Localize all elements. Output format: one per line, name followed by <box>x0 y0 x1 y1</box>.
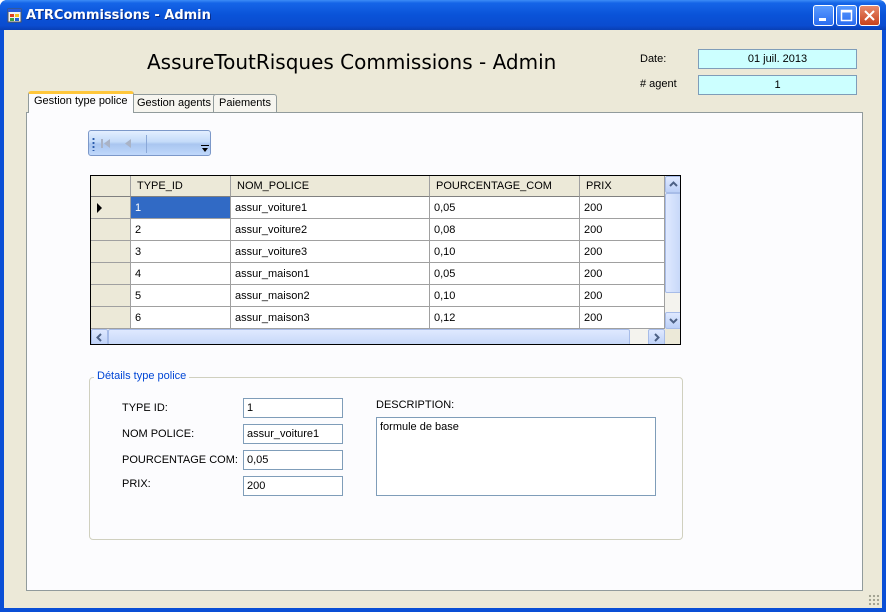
scrollbar-corner <box>665 329 680 344</box>
chevron-down-icon <box>669 318 678 324</box>
minimize-icon <box>819 18 826 21</box>
grid-cell[interactable]: 200 <box>580 241 665 263</box>
vertical-scroll-thumb[interactable] <box>665 193 680 293</box>
horizontal-scroll-thumb[interactable] <box>108 329 630 344</box>
pourcentage-com-label: POURCENTAGE COM: <box>122 454 238 466</box>
prix-label: PRIX: <box>122 478 151 490</box>
title-bar[interactable]: ATRCommissions - Admin <box>0 0 886 30</box>
column-header-type-id[interactable]: TYPE_ID <box>131 176 231 197</box>
close-icon <box>864 10 875 21</box>
scroll-down-button[interactable] <box>665 312 680 329</box>
grid-cell[interactable]: assur_voiture1 <box>231 197 430 219</box>
chevron-left-icon <box>96 333 102 342</box>
description-textarea[interactable]: formule de base <box>376 417 656 496</box>
move-previous-icon[interactable] <box>122 136 136 150</box>
agent-label: # agent <box>640 78 677 90</box>
scroll-left-button[interactable] <box>91 329 108 344</box>
dropdown-icon[interactable] <box>201 145 209 153</box>
grid-cell[interactable]: 200 <box>580 263 665 285</box>
app-window: ATRCommissions - Admin AssureToutRisques… <box>0 0 886 612</box>
tab-gestion-agents[interactable]: Gestion agents <box>131 94 217 112</box>
description-label: DESCRIPTION: <box>376 399 455 411</box>
grid-cell[interactable]: 4 <box>131 263 231 285</box>
tab-paiements[interactable]: Paiements <box>213 94 277 112</box>
date-field: 01 juil. 2013 <box>698 49 857 69</box>
row-header[interactable] <box>91 285 131 307</box>
grid-cell[interactable]: assur_maison3 <box>231 307 430 329</box>
grid-cell[interactable]: 200 <box>580 307 665 329</box>
tab-gestion-type-police[interactable]: Gestion type police <box>28 91 134 113</box>
form-client-area: AssureToutRisques Commissions - Admin Da… <box>4 30 882 608</box>
type-id-label: TYPE ID: <box>122 402 168 414</box>
vertical-scrollbar[interactable] <box>665 176 680 329</box>
date-label: Date: <box>640 53 667 65</box>
grid-cell[interactable]: 6 <box>131 307 231 329</box>
row-header[interactable] <box>91 307 131 329</box>
row-header[interactable] <box>91 197 131 219</box>
app-icon <box>7 8 22 23</box>
grid-cell[interactable]: 0,05 <box>430 197 580 219</box>
details-group-legend: Détails type police <box>94 370 190 382</box>
grid-cell[interactable]: 0,05 <box>430 263 580 285</box>
move-first-icon[interactable] <box>99 136 113 150</box>
grid-cell[interactable]: 0,12 <box>430 307 580 329</box>
agent-field: 1 <box>698 75 857 95</box>
grid-cell[interactable]: 200 <box>580 219 665 241</box>
minimize-button[interactable] <box>813 5 834 26</box>
window-title: ATRCommissions - Admin <box>26 8 211 23</box>
horizontal-scrollbar[interactable] <box>91 329 665 344</box>
type-police-grid[interactable]: TYPE_ID NOM_POLICE POURCENTAGE_COM PRIX … <box>90 175 681 345</box>
nom-police-label: NOM POLICE: <box>122 428 195 440</box>
tab-panel-gestion-type-police: TYPE_ID NOM_POLICE POURCENTAGE_COM PRIX … <box>26 112 863 591</box>
maximize-button[interactable] <box>836 5 857 26</box>
grid-cell[interactable]: assur_voiture2 <box>231 219 430 241</box>
scroll-up-button[interactable] <box>665 176 680 193</box>
row-header[interactable] <box>91 263 131 285</box>
chevron-up-icon <box>669 181 678 187</box>
row-header[interactable] <box>91 241 131 263</box>
grid-cell[interactable]: assur_maison1 <box>231 263 430 285</box>
maximize-icon <box>840 9 853 22</box>
grid-cell[interactable]: 3 <box>131 241 231 263</box>
page-title: AssureToutRisques Commissions - Admin <box>147 50 557 74</box>
close-button[interactable] <box>859 5 880 26</box>
chevron-right-icon <box>654 333 660 342</box>
resize-grip-icon[interactable] <box>868 594 880 606</box>
grid-cell[interactable]: assur_maison2 <box>231 285 430 307</box>
grid-corner-header[interactable] <box>91 176 131 197</box>
grid-cell[interactable]: 2 <box>131 219 231 241</box>
grid-cell[interactable]: 0,10 <box>430 285 580 307</box>
grid-cell[interactable]: 200 <box>580 285 665 307</box>
column-header-nom-police[interactable]: NOM_POLICE <box>231 176 430 197</box>
grid-cell[interactable]: 5 <box>131 285 231 307</box>
column-header-pourcentage-com[interactable]: POURCENTAGE_COM <box>430 176 580 197</box>
grid-cell[interactable]: assur_voiture3 <box>231 241 430 263</box>
grid-cell[interactable]: 0,08 <box>430 219 580 241</box>
prix-field[interactable]: 200 <box>243 476 343 496</box>
grid-cell[interactable]: 200 <box>580 197 665 219</box>
current-row-arrow-icon <box>97 203 102 213</box>
type-id-field[interactable]: 1 <box>243 398 343 418</box>
grid-cell[interactable]: 0,10 <box>430 241 580 263</box>
toolbar-grip-icon[interactable] <box>92 137 95 151</box>
grid-cell[interactable]: 1 <box>131 197 231 219</box>
nom-police-field[interactable]: assur_voiture1 <box>243 424 343 444</box>
column-header-prix[interactable]: PRIX <box>580 176 665 197</box>
scroll-right-button[interactable] <box>648 329 665 344</box>
binding-navigator <box>88 130 211 156</box>
toolbar-separator <box>146 135 147 153</box>
pourcentage-com-field[interactable]: 0,05 <box>243 450 343 470</box>
row-header[interactable] <box>91 219 131 241</box>
